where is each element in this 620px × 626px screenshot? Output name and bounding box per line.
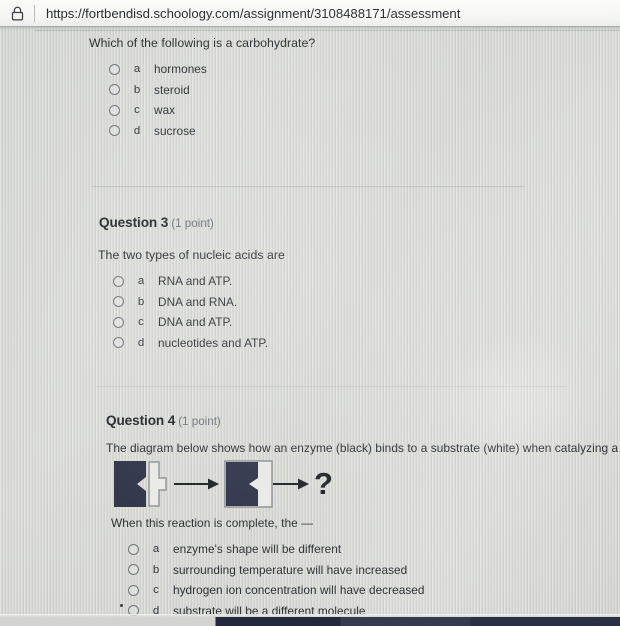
option-letter-q3-c: c xyxy=(138,316,144,329)
question-divider-2 xyxy=(96,386,566,387)
option-letter-q2-c: c xyxy=(134,104,140,117)
screen-bottom-bar xyxy=(0,617,620,626)
option-letter-q3-a: a xyxy=(137,275,145,288)
question-substem-block-q4: When this reaction is complete, the — a … xyxy=(111,516,425,621)
option-q4-a[interactable]: a enzyme's shape will be different xyxy=(128,539,425,560)
radio-q4-a[interactable] xyxy=(128,543,139,555)
option-letter-q3-d: d xyxy=(137,336,145,349)
option-text-q4-c[interactable]: hydrogen ion concentration will have dec… xyxy=(173,583,425,597)
option-text-q2-a[interactable]: hormones xyxy=(154,62,207,76)
option-text-q2-c[interactable]: wax xyxy=(154,103,175,117)
cursor-dot-marker xyxy=(120,604,123,607)
question-points-q4: (1 point) xyxy=(178,415,221,428)
enzyme-substrate-diagram: ? xyxy=(112,458,332,510)
question-points-q3: (1 point) xyxy=(171,217,214,230)
options-list-q4: a enzyme's shape will be different b sur… xyxy=(128,539,425,621)
question-heading-q3: Question 3 (1 point) xyxy=(99,215,285,230)
radio-q3-b[interactable] xyxy=(113,296,124,308)
question-number-q4: Question 4 xyxy=(106,413,176,428)
option-text-q3-a[interactable]: RNA and ATP. xyxy=(158,274,232,288)
option-text-q2-d[interactable]: sucrose xyxy=(154,124,196,138)
question-substem-q4: When this reaction is complete, the — xyxy=(111,516,314,530)
radio-q2-d[interactable] xyxy=(109,125,120,137)
option-q2-c[interactable]: c wax xyxy=(109,100,315,121)
option-letter-q4-a: a xyxy=(152,543,160,556)
radio-q3-d[interactable] xyxy=(113,337,124,349)
option-letter-q4-b: b xyxy=(152,563,160,576)
option-text-q4-a[interactable]: enzyme's shape will be different xyxy=(173,542,341,556)
question-block-q3: Question 3 (1 point) The two types of nuc… xyxy=(98,215,285,353)
radio-q4-c[interactable] xyxy=(128,584,139,596)
options-list-q3: a RNA and ATP. b DNA and RNA. c DNA and … xyxy=(113,271,285,353)
radio-q2-b[interactable] xyxy=(109,84,120,96)
option-q2-a[interactable]: a hormones xyxy=(109,59,315,80)
question-stem-q4: The diagram below shows how an enzyme (b… xyxy=(106,441,620,455)
option-q3-d[interactable]: d nucleotides and ATP. xyxy=(113,333,285,354)
question-block-q4: Question 4 (1 point) The diagram below sh… xyxy=(106,413,620,455)
option-text-q2-b[interactable]: steroid xyxy=(154,83,190,97)
radio-q3-c[interactable] xyxy=(113,316,124,328)
question-block-q2: Which of the following is a carbohydrate… xyxy=(89,36,315,141)
option-letter-q4-c: c xyxy=(153,584,159,597)
question-divider-1 xyxy=(92,186,524,187)
option-letter-q2-a: a xyxy=(133,63,141,76)
options-list-q2: a hormones b steroid c wax d sucrose xyxy=(109,59,315,141)
option-q4-b[interactable]: b surrounding temperature will have incr… xyxy=(128,560,425,581)
option-q4-c[interactable]: c hydrogen ion concentration will have d… xyxy=(128,580,425,601)
option-text-q3-b[interactable]: DNA and RNA. xyxy=(158,295,237,309)
option-q3-a[interactable]: a RNA and ATP. xyxy=(113,271,285,292)
question-heading-q4: Question 4 (1 point) xyxy=(106,413,620,428)
option-text-q3-d[interactable]: nucleotides and ATP. xyxy=(158,336,268,350)
option-text-q4-b[interactable]: surrounding temperature will have increa… xyxy=(173,563,407,577)
question-number-q3: Question 3 xyxy=(99,215,169,230)
radio-q2-c[interactable] xyxy=(109,104,120,116)
question-stem-q3: The two types of nucleic acids are xyxy=(98,248,285,262)
option-q2-b[interactable]: b steroid xyxy=(109,80,315,101)
radio-q3-a[interactable] xyxy=(113,275,124,287)
radio-q2-a[interactable] xyxy=(109,63,120,75)
question-stem-q2: Which of the following is a carbohydrate… xyxy=(89,36,316,50)
option-q3-c[interactable]: c DNA and ATP. xyxy=(113,312,285,333)
option-letter-q2-b: b xyxy=(133,83,141,96)
assessment-content: Which of the following is a carbohydrate… xyxy=(0,0,620,626)
option-letter-q3-b: b xyxy=(137,295,145,308)
option-text-q3-c[interactable]: DNA and ATP. xyxy=(158,315,232,329)
option-q2-d[interactable]: d sucrose xyxy=(109,121,315,142)
option-letter-q2-d: d xyxy=(133,124,141,137)
radio-q4-b[interactable] xyxy=(128,564,139,576)
svg-text:?: ? xyxy=(314,466,332,501)
option-q3-b[interactable]: b DNA and RNA. xyxy=(113,292,285,313)
